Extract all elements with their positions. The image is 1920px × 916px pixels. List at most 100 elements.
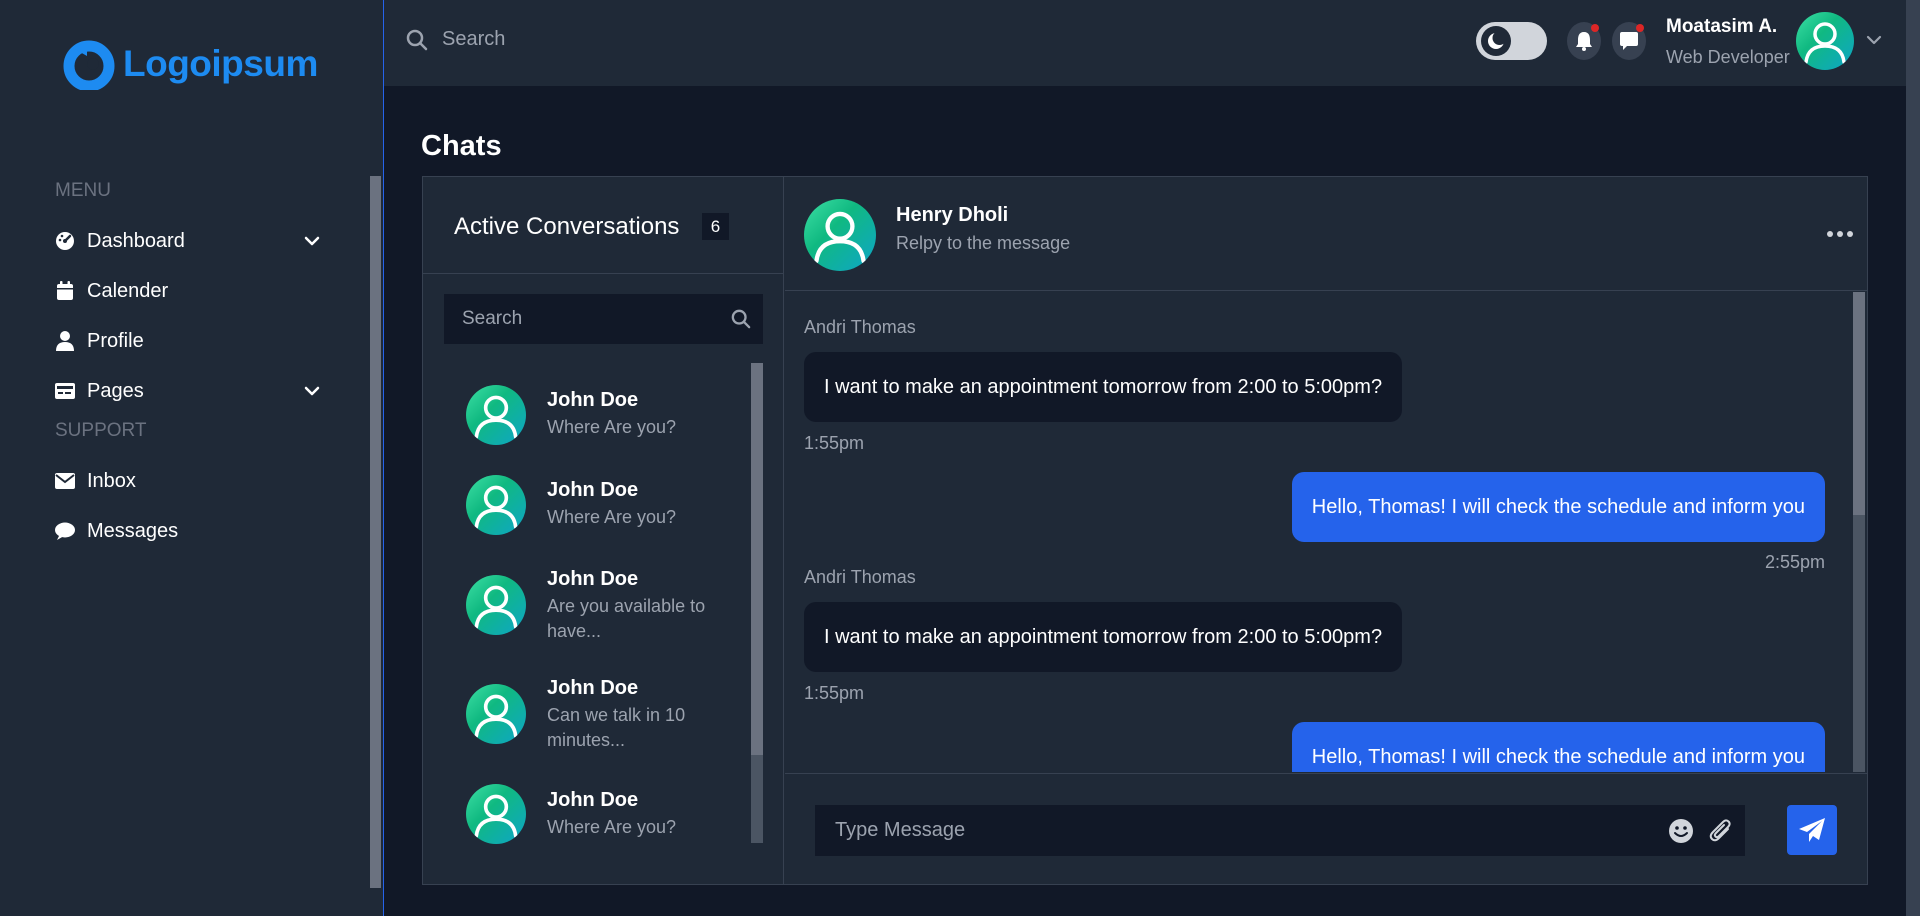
conversation-preview: Can we talk in 10 minutes... bbox=[547, 705, 686, 750]
logo-text: Logoipsum bbox=[123, 43, 318, 84]
conversation-item[interactable]: John Doe Where Are you? bbox=[466, 784, 736, 844]
message-time: 1:55pm bbox=[804, 683, 865, 703]
message-list: Andri Thomas I want to make an appointme… bbox=[785, 292, 1867, 772]
sidebar-item-messages[interactable]: Messages bbox=[55, 513, 320, 549]
search-icon bbox=[406, 29, 428, 50]
message-bubble-outgoing: Hello, Thomas! I will check the schedule… bbox=[1291, 722, 1825, 772]
sidebar-item-label: Dashboard bbox=[87, 229, 185, 252]
more-options-icon[interactable] bbox=[1827, 227, 1855, 241]
conversations-scrollbar[interactable] bbox=[751, 363, 763, 843]
avatar bbox=[466, 575, 526, 635]
conversation-name: John Doe bbox=[547, 677, 639, 699]
chevron-down-icon[interactable] bbox=[304, 383, 320, 399]
send-button[interactable] bbox=[1787, 805, 1837, 855]
header-search bbox=[406, 28, 842, 51]
compose-bar bbox=[785, 773, 1867, 884]
conversations-title: Active Conversations bbox=[454, 213, 680, 240]
scrollbar-thumb[interactable] bbox=[751, 363, 763, 755]
compose-box bbox=[815, 805, 1745, 856]
conversation-item[interactable]: John Doe Where Are you? bbox=[466, 475, 736, 535]
contact-name: Henry Dholi bbox=[896, 204, 1009, 226]
message-sender: Andri Thomas bbox=[804, 567, 916, 587]
pages-card-icon bbox=[55, 381, 75, 401]
chevron-down-icon[interactable] bbox=[1866, 32, 1882, 48]
logo-mark-icon bbox=[63, 40, 115, 90]
conversation-item[interactable]: John Doe Can we talk in 10 minutes... bbox=[466, 677, 736, 764]
conversations-search bbox=[444, 294, 763, 344]
theme-toggle[interactable] bbox=[1476, 22, 1547, 60]
page-title: Chats bbox=[421, 130, 502, 162]
sidebar-divider bbox=[383, 0, 384, 916]
user-avatar[interactable] bbox=[1796, 12, 1854, 70]
conversation-preview: Where Are you? bbox=[547, 817, 677, 837]
conversations-header: Active Conversations 6 bbox=[423, 177, 783, 274]
sidebar-item-label: Calender bbox=[87, 279, 169, 302]
conversations-search-input[interactable] bbox=[462, 308, 731, 330]
paper-plane-icon bbox=[1799, 818, 1825, 842]
message-time: 1:55pm bbox=[804, 433, 865, 453]
calendar-icon bbox=[55, 281, 75, 301]
notifications-button[interactable] bbox=[1567, 22, 1601, 60]
user-name: Moatasim A. bbox=[1666, 16, 1778, 37]
bell-icon bbox=[1576, 32, 1592, 51]
sidebar-scrollbar[interactable] bbox=[370, 176, 381, 888]
sidebar-item-profile[interactable]: Profile bbox=[55, 323, 320, 359]
user-role: Web Developer bbox=[1666, 47, 1790, 67]
avatar bbox=[466, 475, 526, 535]
avatar bbox=[466, 684, 526, 744]
emoji-icon[interactable] bbox=[1667, 817, 1695, 845]
conversation-name: John Doe bbox=[547, 568, 639, 590]
message-time: 2:55pm bbox=[1764, 552, 1825, 572]
conversation-name: John Doe bbox=[547, 789, 639, 811]
chat-bubble-icon bbox=[55, 521, 75, 541]
conversation-preview: Where Are you? bbox=[547, 507, 677, 527]
search-icon[interactable] bbox=[731, 309, 751, 329]
conversation-preview: Where Are you? bbox=[547, 417, 677, 437]
sidebar-item-label: Pages bbox=[87, 379, 144, 402]
sidebar-item-label: Inbox bbox=[87, 469, 136, 492]
sidebar: Logoipsum MENU Dashboard Calender Profil… bbox=[0, 0, 383, 916]
conversations-count-badge: 6 bbox=[702, 213, 729, 240]
message-sender: Andri Thomas bbox=[804, 317, 916, 337]
envelope-icon bbox=[55, 471, 75, 491]
conversation-item[interactable]: John Doe Where Are you? bbox=[466, 385, 736, 445]
messages-button[interactable] bbox=[1612, 22, 1646, 60]
header-search-input[interactable] bbox=[442, 28, 842, 51]
avatar bbox=[466, 385, 526, 445]
notification-dot bbox=[1636, 24, 1644, 32]
menu-heading: MENU bbox=[55, 180, 111, 201]
sidebar-item-dashboard[interactable]: Dashboard bbox=[55, 223, 320, 259]
sidebar-item-label: Profile bbox=[87, 329, 144, 352]
avatar bbox=[466, 784, 526, 844]
page-scrollbar[interactable] bbox=[1906, 0, 1920, 916]
logo[interactable]: Logoipsum bbox=[63, 38, 318, 90]
paperclip-icon[interactable] bbox=[1707, 817, 1735, 845]
conversation-name: John Doe bbox=[547, 479, 639, 501]
contact-status: Relpy to the message bbox=[896, 233, 1071, 253]
chat-panel: Active Conversations 6 John Doe Where Ar… bbox=[422, 176, 1868, 885]
avatar bbox=[804, 199, 876, 271]
message-icon bbox=[1620, 32, 1638, 50]
top-header: Moatasim A. Web Developer bbox=[384, 0, 1920, 86]
conversations-column: Active Conversations 6 John Doe Where Ar… bbox=[423, 177, 784, 884]
sidebar-item-pages[interactable]: Pages bbox=[55, 373, 320, 409]
message-bubble-outgoing: Hello, Thomas! I will check the schedule… bbox=[1291, 472, 1825, 542]
conversation-name: John Doe bbox=[547, 389, 639, 411]
message-bubble-incoming: I want to make an appointment tomorrow f… bbox=[804, 602, 1403, 672]
moon-icon bbox=[1481, 26, 1511, 56]
messages-scrollbar[interactable] bbox=[1853, 292, 1865, 772]
sidebar-item-calender[interactable]: Calender bbox=[55, 273, 320, 309]
scrollbar-thumb[interactable] bbox=[1853, 292, 1865, 515]
message-input[interactable] bbox=[835, 819, 1655, 842]
user-icon bbox=[55, 331, 75, 351]
chat-header: Henry Dholi Relpy to the message bbox=[785, 177, 1867, 291]
chevron-down-icon[interactable] bbox=[304, 233, 320, 249]
notification-dot bbox=[1591, 24, 1599, 32]
sidebar-item-label: Messages bbox=[87, 519, 179, 542]
conversation-item[interactable]: John Doe Are you available to have... bbox=[466, 568, 736, 655]
dashboard-gauge-icon bbox=[55, 231, 75, 251]
sidebar-item-inbox[interactable]: Inbox bbox=[55, 463, 320, 499]
conversation-preview: Are you available to have... bbox=[547, 596, 706, 641]
support-heading: SUPPORT bbox=[55, 420, 147, 441]
message-bubble-incoming: I want to make an appointment tomorrow f… bbox=[804, 352, 1403, 422]
